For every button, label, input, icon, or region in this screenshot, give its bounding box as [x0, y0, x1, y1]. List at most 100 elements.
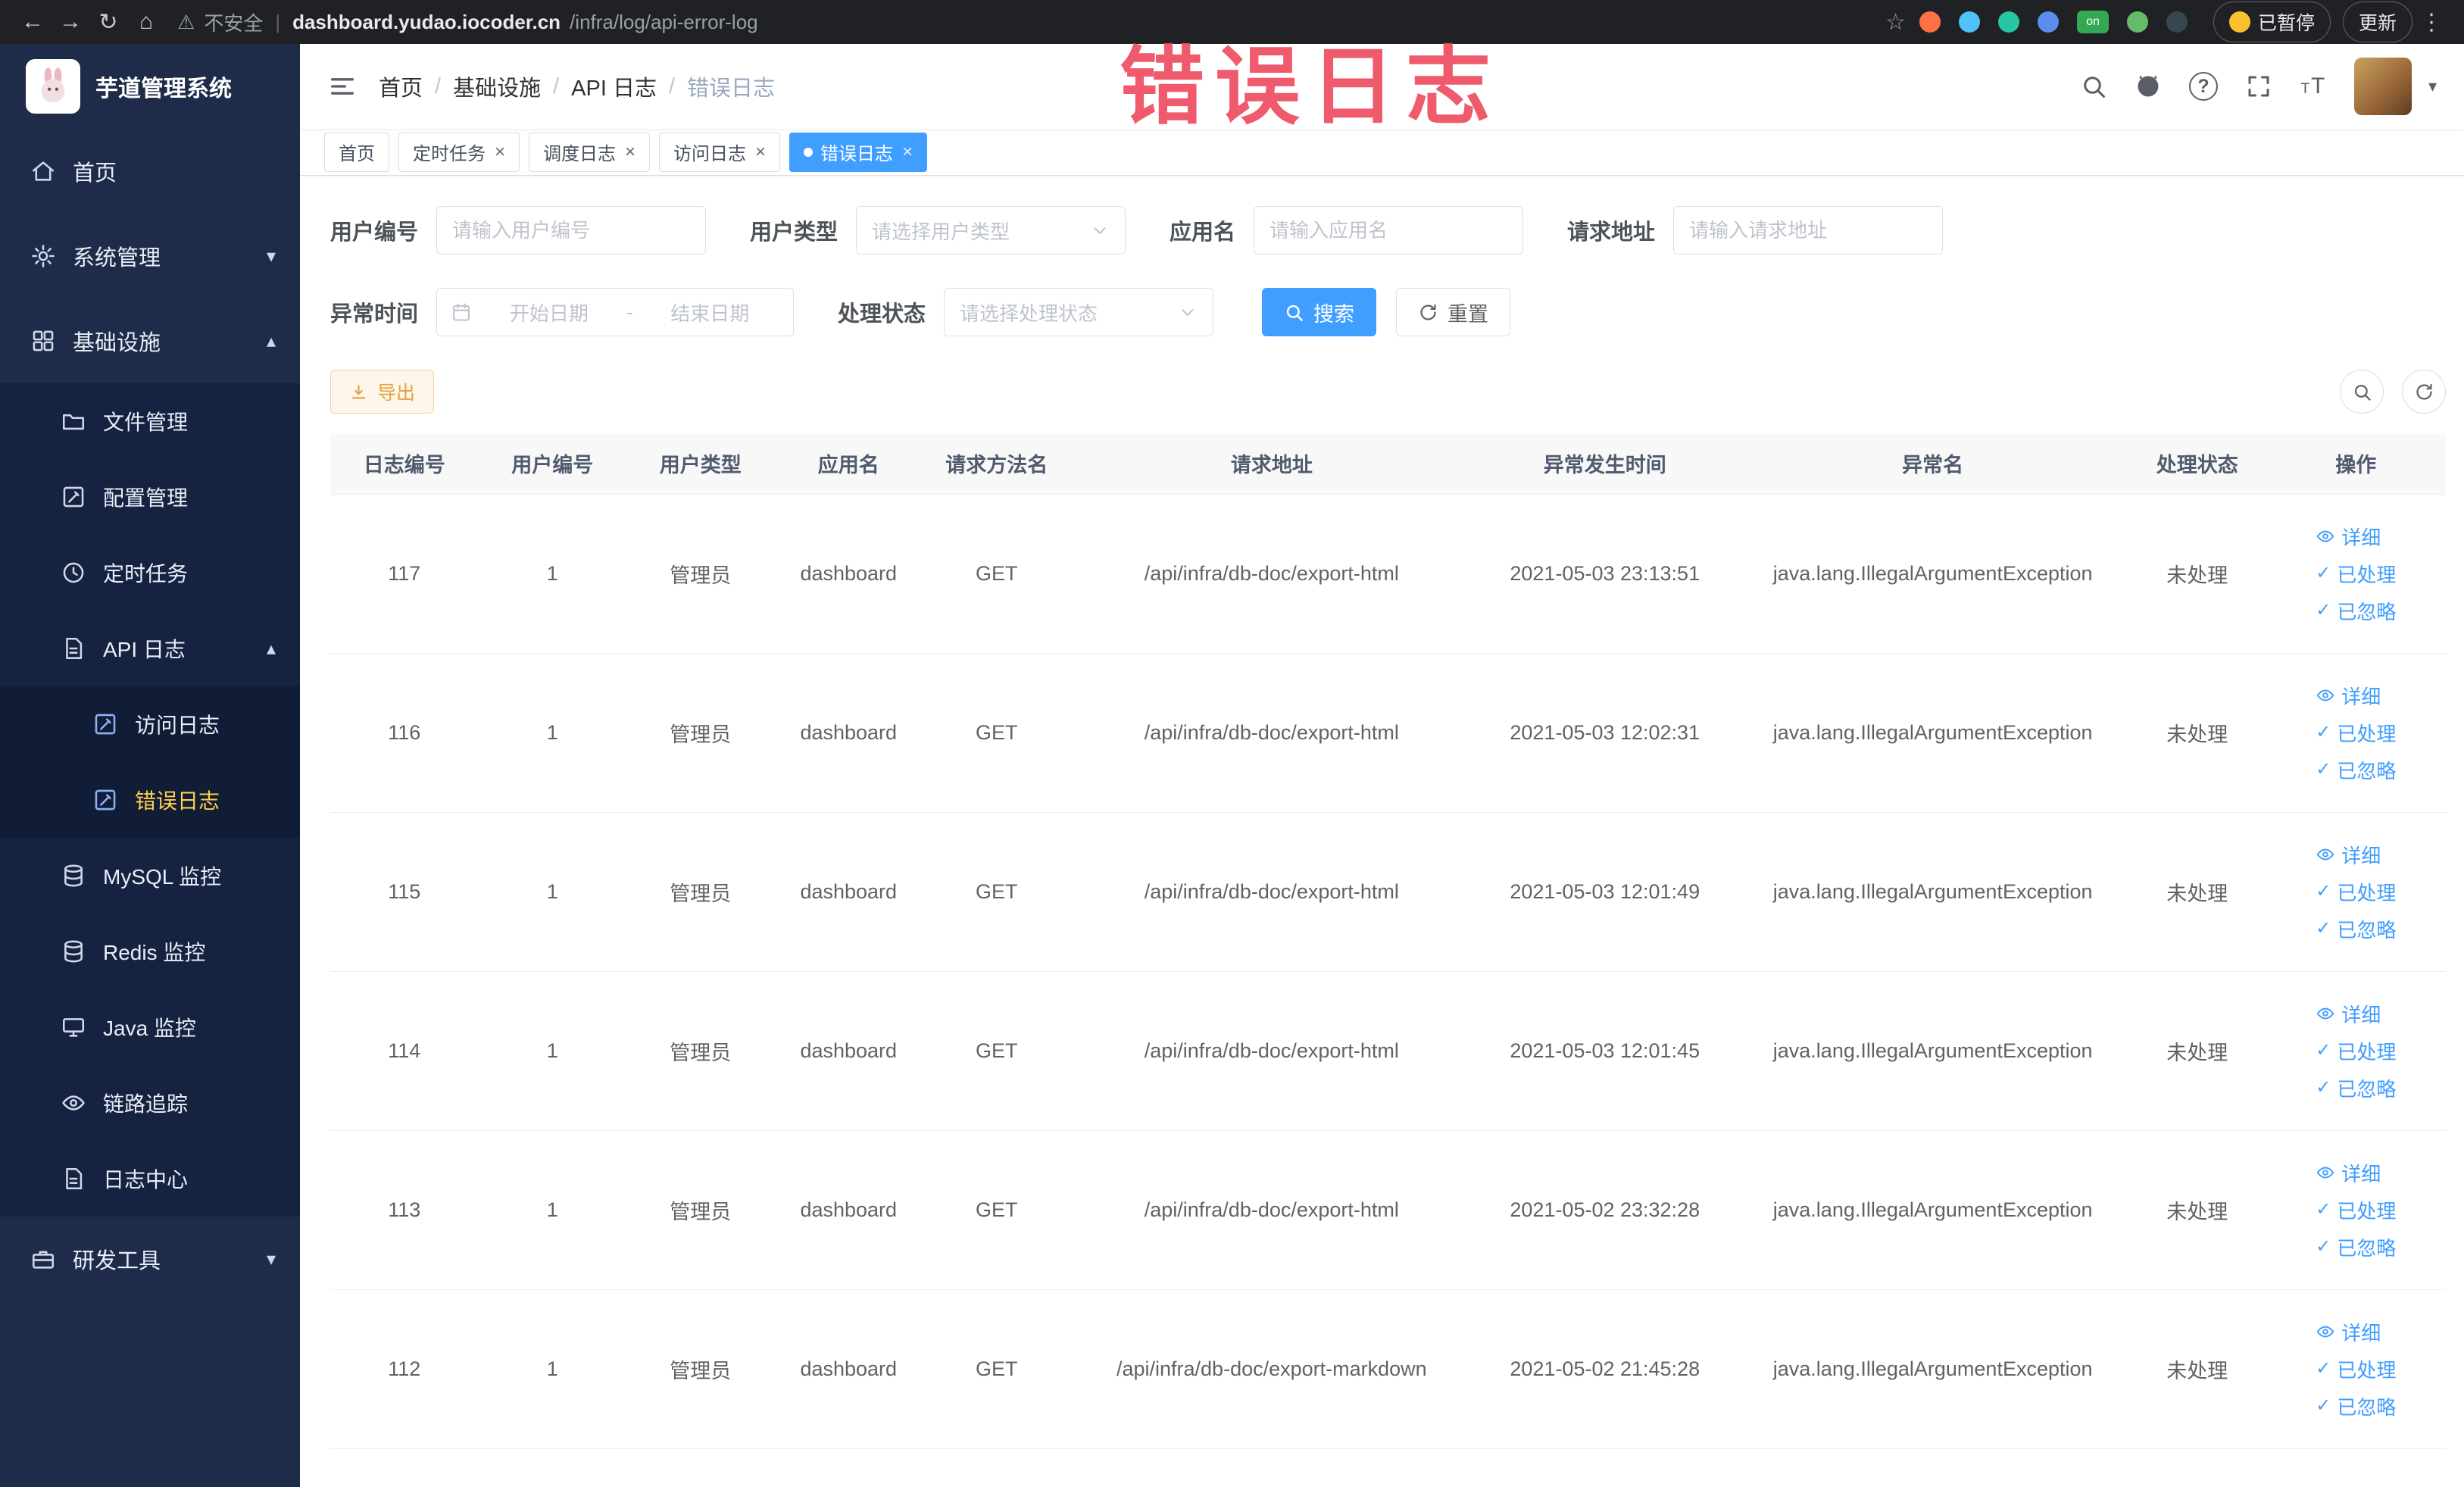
sidebar-item-mysql-monitor[interactable]: MySQL 监控: [0, 838, 300, 914]
sidebar-item-api-logs[interactable]: API 日志 ▴: [0, 611, 300, 686]
close-tab-icon[interactable]: ×: [625, 142, 636, 163]
user-type-select[interactable]: 请选择用户类型: [856, 206, 1126, 255]
sidebar-item-config-management[interactable]: 配置管理: [0, 459, 300, 535]
sidebar-item-access-logs[interactable]: 访问日志: [0, 686, 300, 762]
column-header: 日志编号: [330, 433, 479, 495]
extension-icon[interactable]: [2166, 11, 2188, 33]
warning-icon: ⚠: [177, 10, 195, 33]
close-tab-icon[interactable]: ×: [495, 142, 505, 163]
forward-button[interactable]: →: [52, 9, 89, 35]
ignored-link[interactable]: ✓ 已忽略: [2316, 597, 2396, 625]
extension-icon[interactable]: [2126, 11, 2148, 33]
check-icon: ✓: [2316, 722, 2331, 742]
detail-link[interactable]: 详细: [2316, 1318, 2381, 1346]
ignored-link[interactable]: ✓ 已忽略: [2316, 915, 2396, 943]
search-icon: [2354, 384, 2371, 401]
sidebar-item-scheduled-tasks[interactable]: 定时任务: [0, 535, 300, 611]
breadcrumb-item[interactable]: 基础设施: [453, 70, 541, 102]
github-icon[interactable]: [2135, 73, 2162, 100]
cell-exception-time: 2021-05-03 12:02:31: [1472, 653, 1738, 813]
sidebar-item-error-logs[interactable]: 错误日志: [0, 762, 300, 838]
refresh-button[interactable]: [2402, 370, 2446, 414]
processed-link[interactable]: ✓ 已处理: [2316, 1037, 2396, 1065]
extension-icon[interactable]: [1958, 11, 1980, 33]
ignored-link[interactable]: ✓ 已忽略: [2316, 1392, 2396, 1420]
exception-time-range[interactable]: 开始日期 - 结束日期: [436, 288, 795, 336]
processed-link[interactable]: ✓ 已处理: [2316, 719, 2396, 747]
caret-down-icon[interactable]: ▾: [2428, 77, 2437, 96]
process-status-select[interactable]: 请选择处理状态: [944, 288, 1214, 336]
sidebar-item-redis-monitor[interactable]: Redis 监控: [0, 914, 300, 989]
tab[interactable]: 错误日志 ×: [789, 132, 928, 172]
address-bar[interactable]: ⚠ 不安全 | dashboard.yudao.iocoder.cn/infra…: [177, 8, 1885, 36]
font-size-icon[interactable]: T T: [2300, 73, 2327, 100]
sidebar-item-log-center[interactable]: 日志中心: [0, 1141, 300, 1217]
browser-menu-icon[interactable]: ⋮: [2412, 9, 2450, 36]
close-tab-icon[interactable]: ×: [755, 142, 766, 163]
hamburger-icon[interactable]: [327, 71, 358, 102]
help-icon[interactable]: ?: [2188, 72, 2218, 101]
folder-icon: [62, 414, 85, 430]
search-button[interactable]: 搜索: [1262, 288, 1377, 336]
cell-exception-name: java.lang.IllegalArgumentException: [1737, 971, 2129, 1131]
back-button[interactable]: ←: [14, 9, 52, 35]
bookmark-star-icon[interactable]: ☆: [1885, 9, 1906, 36]
tab[interactable]: 访问日志 ×: [659, 132, 781, 172]
update-chip[interactable]: 更新: [2342, 2, 2412, 42]
detail-link[interactable]: 详细: [2316, 682, 2381, 710]
sidebar-item-dev-tools[interactable]: 研发工具 ▾: [0, 1217, 300, 1301]
reload-button[interactable]: ↻: [89, 9, 127, 36]
detail-link[interactable]: 详细: [2316, 523, 2381, 551]
cell-user-id: 1: [478, 1130, 626, 1290]
sidebar-item-tracing[interactable]: 链路追踪: [0, 1065, 300, 1141]
cell-status: 未处理: [2128, 812, 2266, 972]
processed-link[interactable]: ✓ 已处理: [2316, 1196, 2396, 1224]
sidebar-item-home[interactable]: 首页: [0, 129, 300, 214]
table-tools: [2340, 370, 2446, 414]
edit-icon: [63, 486, 84, 508]
extension-icon[interactable]: [1997, 11, 2019, 33]
search-toggle-button[interactable]: [2340, 370, 2384, 414]
breadcrumb-item[interactable]: 首页: [379, 70, 423, 102]
extension-icon[interactable]: [1919, 11, 1941, 33]
paused-chip[interactable]: 已暂停: [2213, 2, 2331, 42]
ignored-link[interactable]: ✓ 已忽略: [2316, 756, 2396, 784]
cell-actions: 详细 ✓ 已处理 ✓ 已忽略: [2266, 1289, 2446, 1449]
extension-on-badge[interactable]: on: [2076, 11, 2109, 33]
tab[interactable]: 首页: [324, 132, 389, 172]
sidebar-item-infrastructure[interactable]: 基础设施 ▴: [0, 298, 300, 383]
detail-link[interactable]: 详细: [2316, 1159, 2381, 1187]
sidebar-item-file-management[interactable]: 文件管理: [0, 383, 300, 459]
detail-link[interactable]: 详细: [2316, 841, 2381, 869]
reset-button[interactable]: 重置: [1396, 288, 1511, 336]
cell-user-type: 管理员: [626, 1130, 775, 1290]
extension-icon[interactable]: [2037, 11, 2059, 33]
avatar[interactable]: [2353, 58, 2412, 115]
home-button[interactable]: ⌂: [127, 9, 165, 35]
search-icon[interactable]: [2080, 73, 2107, 100]
sidebar-item-java-monitor[interactable]: Java 监控: [0, 989, 300, 1065]
breadcrumb-item[interactable]: API 日志: [571, 70, 657, 102]
user-id-input[interactable]: [436, 206, 707, 255]
app-name-label: 应用名: [1170, 220, 1236, 245]
cell-request-url: /api/infra/db-doc/export-html: [1070, 494, 1473, 654]
processed-link[interactable]: ✓ 已处理: [2316, 1355, 2396, 1383]
app-name-input[interactable]: [1254, 206, 1524, 255]
export-button[interactable]: 导出: [330, 370, 435, 414]
logo[interactable]: 芋道管理系统: [0, 44, 300, 129]
processed-link[interactable]: ✓ 已处理: [2316, 560, 2396, 588]
table-row: 115 1 管理员 dashboard GET/api/infra/db-doc/exp…: [330, 812, 2446, 972]
sidebar-item-system-management[interactable]: 系统管理 ▾: [0, 214, 300, 298]
tab[interactable]: 定时任务 ×: [398, 132, 520, 172]
processed-link[interactable]: ✓ 已处理: [2316, 878, 2396, 906]
request-url-input[interactable]: [1673, 206, 1944, 255]
close-tab-icon[interactable]: ×: [902, 142, 913, 163]
tab[interactable]: 调度日志 ×: [529, 132, 651, 172]
cell-method: GET: [923, 494, 1071, 654]
fullscreen-icon[interactable]: [2245, 73, 2272, 100]
rabbit-logo-icon: [26, 59, 80, 114]
ignored-link[interactable]: ✓ 已忽略: [2316, 1074, 2396, 1102]
ignored-link[interactable]: ✓ 已忽略: [2316, 1233, 2396, 1261]
detail-link[interactable]: 详细: [2316, 1000, 2381, 1028]
active-tab-dot: [804, 147, 814, 157]
